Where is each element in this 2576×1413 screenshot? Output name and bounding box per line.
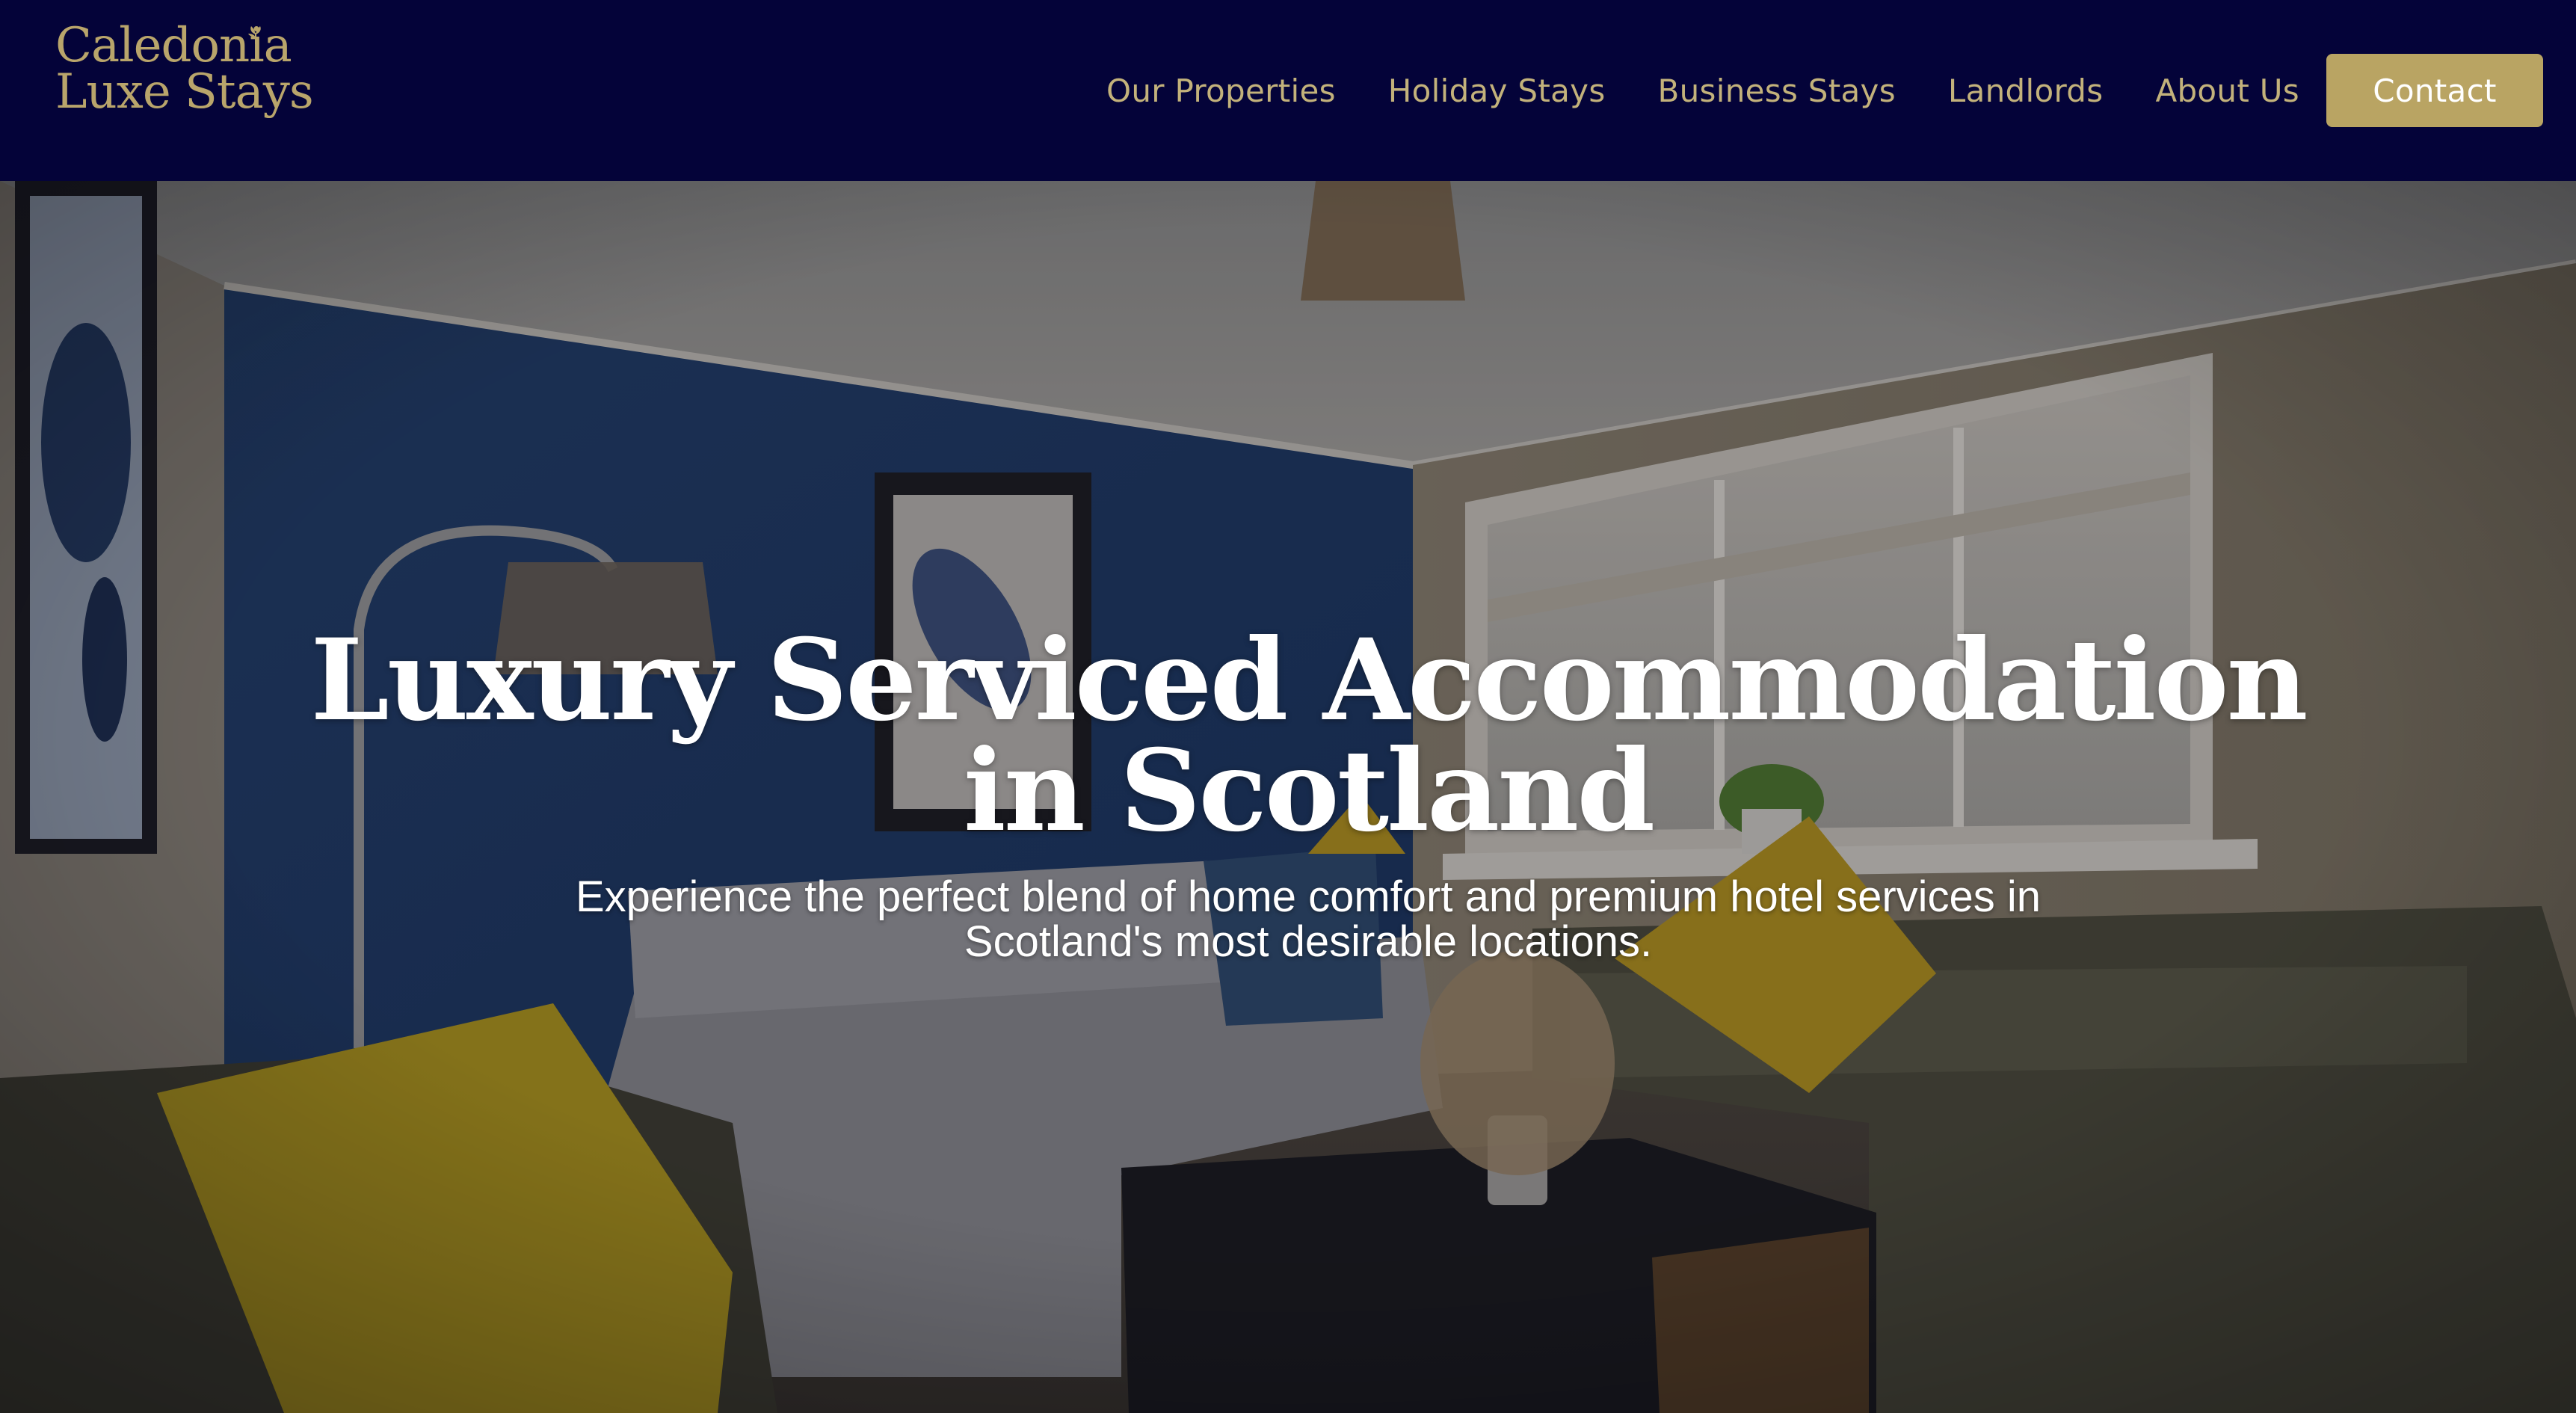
contact-button[interactable]: Contact — [2326, 54, 2543, 127]
nav-our-properties[interactable]: Our Properties — [1106, 73, 1336, 109]
hero-subtitle-line-1: Experience the perfect blend of home com… — [575, 872, 2042, 921]
nav-business-stays[interactable]: Business Stays — [1658, 73, 1896, 109]
hero-title: Luxury Serviced Accommodation in Scotlan… — [299, 624, 2317, 847]
hero-title-line-2: in Scotland — [963, 725, 1655, 857]
main-nav: Our Properties Holiday Stays Business St… — [1106, 0, 2576, 181]
hero-section: Luxury Serviced Accommodation in Scotlan… — [0, 181, 2576, 1413]
thistle-sprig-icon — [248, 26, 261, 44]
hero-subtitle: Experience the perfect blend of home com… — [449, 875, 2168, 964]
nav-about-us[interactable]: About Us — [2155, 73, 2299, 109]
hero-subtitle-line-2: Scotland's most desirable locations. — [964, 917, 1653, 966]
nav-landlords[interactable]: Landlords — [1948, 73, 2104, 109]
page: Caledonia Luxe Stays Our Properties Holi… — [0, 0, 2576, 1413]
brand-logo[interactable]: Caledonia Luxe Stays — [55, 22, 314, 135]
logo-line-2: Luxe Stays — [55, 64, 314, 120]
site-header: Caledonia Luxe Stays Our Properties Holi… — [0, 0, 2576, 181]
nav-holiday-stays[interactable]: Holiday Stays — [1388, 73, 1606, 109]
